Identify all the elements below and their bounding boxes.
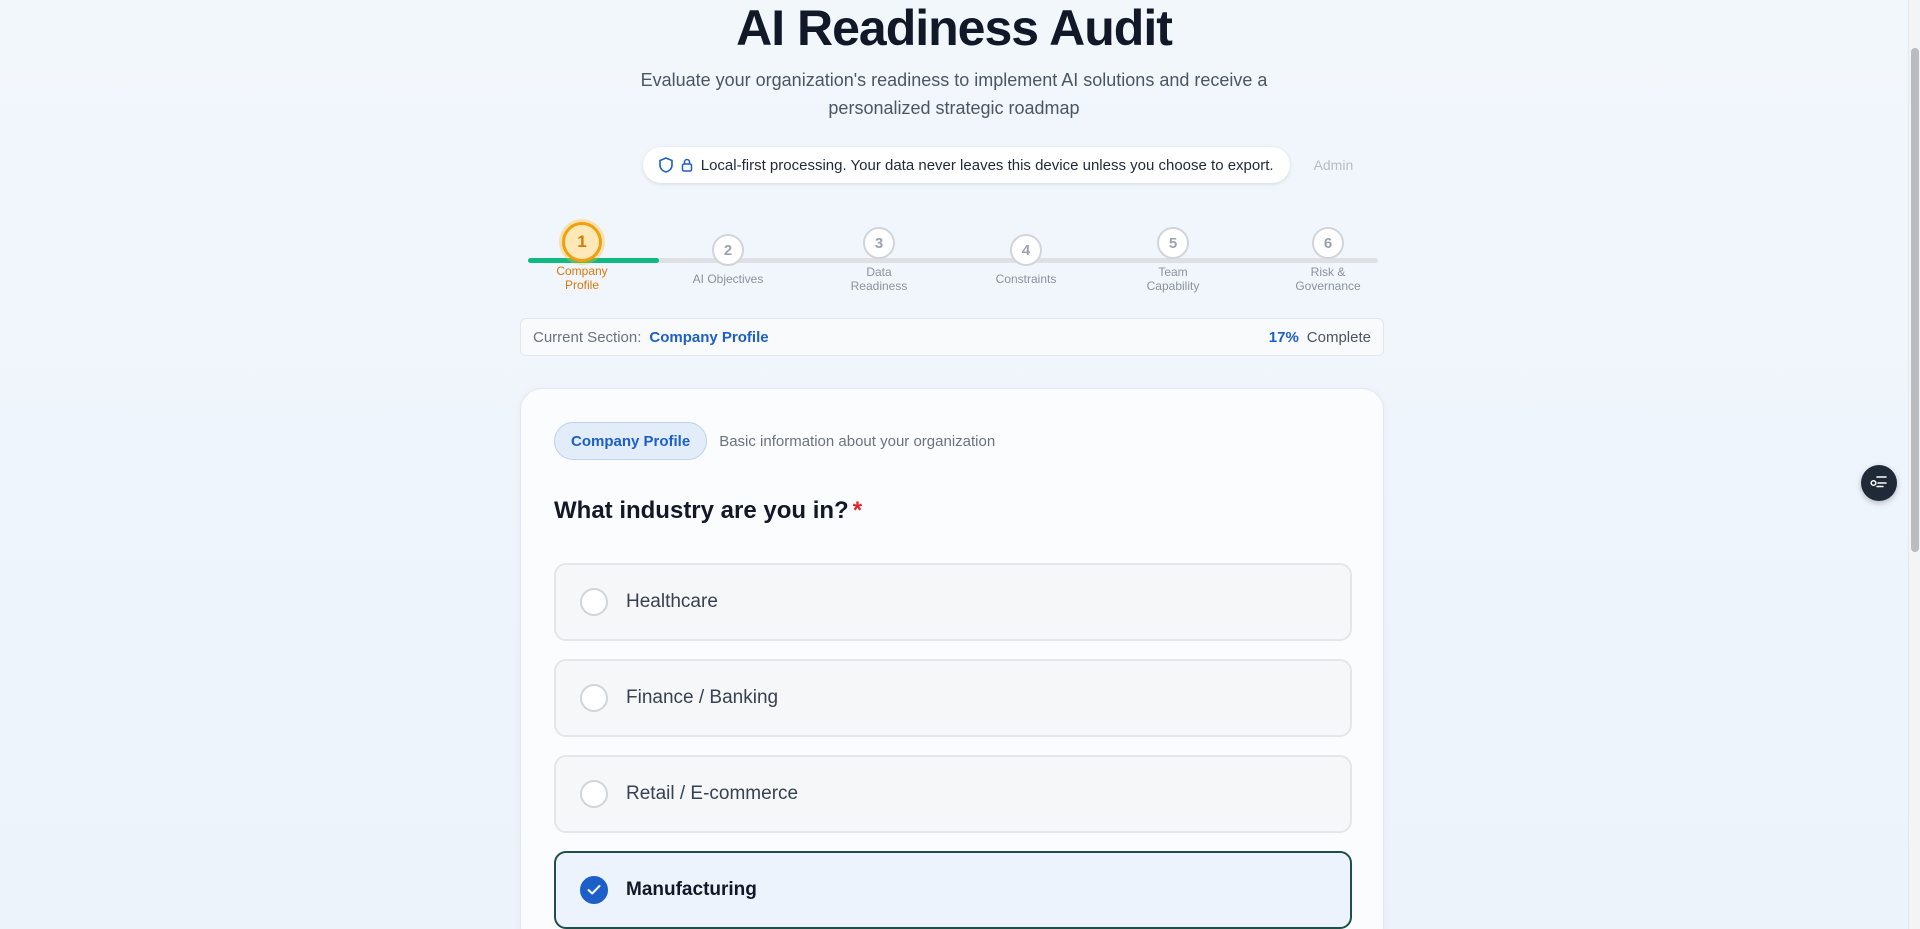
step-ai-objectives[interactable]: 2 AI Objectives [673, 234, 783, 286]
option-retail-ecommerce[interactable]: Retail / E-commerce [554, 755, 1352, 833]
scrollbar-thumb[interactable] [1911, 48, 1919, 552]
step-number: 6 [1312, 227, 1344, 259]
section-header: Company Profile Basic information about … [554, 422, 995, 460]
privacy-text: Local-first processing. Your data never … [700, 156, 1274, 174]
floating-toggle-button[interactable] [1861, 465, 1897, 501]
step-risk-governance[interactable]: 6 Risk & Governance [1273, 227, 1383, 293]
step-label: Team Capability [1146, 265, 1200, 293]
admin-link[interactable]: Admin [1302, 149, 1366, 181]
radio-icon [580, 588, 608, 616]
step-number: 1 [562, 222, 602, 262]
step-label: AI Objectives [692, 272, 764, 286]
option-manufacturing[interactable]: Manufacturing [554, 851, 1352, 929]
question-title: What industry are you in? * [554, 497, 862, 525]
privacy-row: Local-first processing. Your data never … [0, 147, 1908, 183]
section-badge: Company Profile [554, 422, 708, 460]
option-label: Finance / Banking [626, 687, 779, 708]
required-marker: * [852, 497, 863, 524]
page: AI Readiness Audit Evaluate your organiz… [0, 0, 1908, 929]
option-label: Retail / E-commerce [626, 783, 799, 804]
step-number: 5 [1157, 227, 1189, 259]
subtitle-line-2: personalized strategic roadmap [828, 98, 1080, 118]
page-scrollbar[interactable] [1908, 0, 1920, 929]
step-number: 4 [1010, 234, 1042, 266]
industry-options: Healthcare Finance / Banking Retail / E-… [554, 563, 1352, 929]
question-text: What industry are you in? [554, 497, 849, 524]
radio-icon [580, 780, 608, 808]
step-label: Company Profile [556, 264, 608, 292]
toggle-list-icon [1870, 474, 1888, 493]
step-label: Risk & Governance [1295, 265, 1361, 293]
complete-label: Complete [1306, 328, 1371, 346]
step-number: 3 [863, 227, 895, 259]
subtitle-line-1: Evaluate your organization's readiness t… [640, 70, 1268, 90]
radio-icon [580, 684, 608, 712]
option-healthcare[interactable]: Healthcare [554, 563, 1352, 641]
checkmark-icon [580, 876, 608, 904]
page-subtitle: Evaluate your organization's readiness t… [0, 66, 1908, 122]
shield-icon [658, 157, 673, 173]
privacy-notice: Local-first processing. Your data never … [642, 147, 1290, 183]
option-finance-banking[interactable]: Finance / Banking [554, 659, 1352, 737]
step-label: Constraints [995, 272, 1057, 286]
progress-stepper: 1 Company Profile 2 AI Objectives 3 Data… [528, 222, 1378, 298]
option-label: Manufacturing [626, 879, 757, 900]
current-section-value: Company Profile [649, 328, 769, 346]
section-description: Basic information about your organizatio… [719, 432, 996, 450]
step-company-profile[interactable]: 1 Company Profile [527, 222, 637, 292]
option-label: Healthcare [626, 591, 718, 612]
step-number: 2 [712, 234, 744, 266]
step-data-readiness[interactable]: 3 Data Readiness [824, 227, 934, 293]
question-card: Company Profile Basic information about … [520, 388, 1384, 929]
page-title: AI Readiness Audit [736, 0, 1173, 56]
current-section-bar: Current Section: Company Profile 17% Com… [520, 318, 1384, 356]
step-team-capability[interactable]: 5 Team Capability [1118, 227, 1228, 293]
step-label: Data Readiness [850, 265, 908, 293]
step-constraints[interactable]: 4 Constraints [971, 234, 1081, 286]
current-section-label: Current Section: [533, 328, 642, 346]
progress-percent: 17% [1268, 328, 1299, 346]
lock-icon [681, 158, 693, 172]
